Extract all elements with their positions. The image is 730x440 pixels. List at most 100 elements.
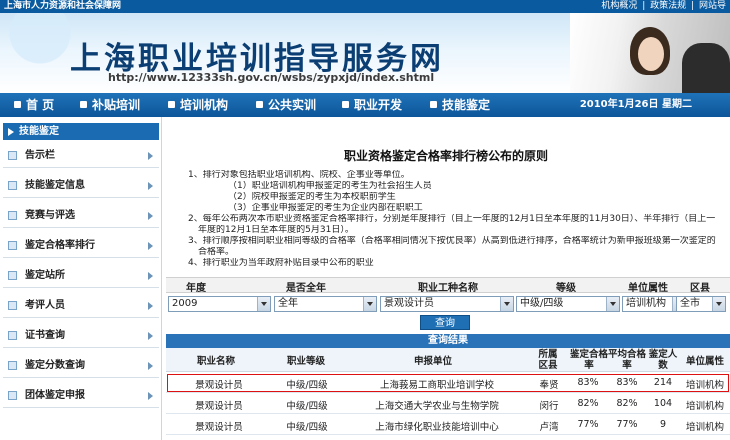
rule-line: 合格率。 <box>198 247 235 257</box>
col-avg-pass-rate: 平均合格率 <box>608 349 647 371</box>
cell-occupation: 景观设计员 <box>195 422 243 433</box>
full-year-select[interactable]: 全年 <box>274 296 377 312</box>
cell-unit-type: 培训机构 <box>685 422 724 433</box>
rule-line: 3、排行顺序按相同职业相同等级的合格率（合格率相同情况下按优良率）从高到低进行排… <box>188 236 716 246</box>
sidebar-item-label: 技能鉴定信息 <box>25 180 85 191</box>
bullet-icon <box>8 271 17 280</box>
sidebar-item-label: 鉴定分数查询 <box>25 360 85 371</box>
arrow-right-icon <box>148 362 153 370</box>
cell-unit-type: 培训机构 <box>685 401 724 412</box>
arrow-right-icon <box>148 392 153 400</box>
sidebar-item-label: 告示栏 <box>25 150 55 161</box>
cell-pass-rate: 82% <box>577 398 599 409</box>
square-bullet-icon <box>14 101 21 108</box>
rules-text: 1、排行对象包括职业培训机构、院校、企事业等单位。 （1）职业培训机构申报鉴定的… <box>188 170 718 269</box>
nav-item-public-training[interactable]: 公共实训 <box>256 93 316 117</box>
query-button[interactable]: 查询 <box>420 315 470 330</box>
cell-pass-rate: 83% <box>577 377 599 388</box>
col-unit-type: 单位属性 <box>685 356 724 367</box>
select-value: 2009 <box>172 298 198 309</box>
district-select[interactable]: 全市 <box>676 296 726 312</box>
table-row[interactable]: 景观设计员 中级/四级 上海交通大学农业与生物学院 闵行 82% 82% 104… <box>166 394 730 414</box>
cell-unit-type: 培训机构 <box>685 380 724 391</box>
site-name: 上海市人力资源和社会保障网 <box>4 1 122 11</box>
nav-item-subsidy-training[interactable]: 补贴培训 <box>80 93 140 117</box>
rule-line: 2、每年公布两次本市职业资格鉴定合格率排行，分别是年度排行（目上一年度的12月1… <box>188 214 716 224</box>
sidebar-header-label: 技能鉴定 <box>19 126 59 137</box>
arrow-right-icon <box>148 272 153 280</box>
sidebar-item-label: 考评人员 <box>25 300 65 311</box>
sidebar-item-pass-rate-ranking[interactable]: 鉴定合格率排行 <box>3 234 159 258</box>
top-link-sep: | <box>642 1 646 11</box>
rule-line: 1、排行对象包括职业培训机构、院校、企事业等单位。 <box>188 170 410 180</box>
sidebar-item-appraisal-info[interactable]: 技能鉴定信息 <box>3 174 159 198</box>
sidebar-item-score-query[interactable]: 鉴定分数查询 <box>3 354 159 378</box>
bullet-icon <box>8 361 17 370</box>
table-row[interactable]: 景观设计员 中级/四级 上海市绿化职业技能培训中心 卢湾 77% 77% 9 培… <box>166 415 730 435</box>
banner-photo <box>570 13 730 93</box>
chevron-down-icon <box>257 297 270 311</box>
sidebar-item-certificate-query[interactable]: 证书查询 <box>3 324 159 348</box>
rule-line: 4、排行职业为当年政府补贴目录中公布的职业 <box>188 258 374 268</box>
sidebar-item-stations[interactable]: 鉴定站所 <box>3 264 159 288</box>
table-row[interactable]: 景观设计员 中级/四级 上海莪易工商职业培训学校 奉贤 83% 83% 214 … <box>166 373 730 393</box>
rule-line: （2）院校申报鉴定的考生为本校职前学生 <box>228 192 396 202</box>
top-link-policy[interactable]: 政策法规 <box>650 1 686 11</box>
cell-district: 卢湾 <box>539 422 559 433</box>
top-link-nav[interactable]: 网站导 <box>699 1 726 11</box>
arrow-right-icon <box>148 302 153 310</box>
arrow-right-icon <box>148 332 153 340</box>
banner-url: http://www.12333sh.gov.cn/wsbs/zypxjd/in… <box>108 71 435 84</box>
top-link-about[interactable]: 机构概况 <box>601 1 637 11</box>
cell-unit: 上海交通大学农业与生物学院 <box>375 401 499 412</box>
cell-district: 奉贤 <box>539 380 559 391</box>
occupation-select[interactable]: 景观设计员 <box>380 296 514 312</box>
filter-label-level: 等级 <box>556 283 576 294</box>
sidebar-item-examiners[interactable]: 考评人员 <box>3 294 159 318</box>
filter-label-occupation: 职业工种名称 <box>418 283 478 294</box>
current-date: 2010年1月26日 星期二 <box>579 99 692 110</box>
arrow-right-icon <box>8 128 14 136</box>
nav-item-career-dev[interactable]: 职业开发 <box>342 93 402 117</box>
cell-district: 闵行 <box>539 401 559 412</box>
rule-line: （1）职业培训机构申报鉴定的考生为社会招生人员 <box>228 181 432 191</box>
sidebar-item-group-application[interactable]: 团体鉴定申报 <box>3 384 159 408</box>
cell-unit: 上海莪易工商职业培训学校 <box>379 380 494 391</box>
nav-item-home[interactable]: 首 页 <box>14 93 54 117</box>
chevron-down-icon <box>363 297 376 311</box>
sidebar-item-notice[interactable]: 告示栏 <box>3 144 159 168</box>
bullet-icon <box>8 151 17 160</box>
sidebar-item-label: 鉴定合格率排行 <box>25 240 95 251</box>
level-select[interactable]: 中级/四级 <box>516 296 620 312</box>
square-bullet-icon <box>342 101 349 108</box>
select-value: 全年 <box>278 298 298 309</box>
select-value: 中级/四级 <box>520 298 564 309</box>
arrow-right-icon <box>148 182 153 190</box>
cell-level: 中级/四级 <box>286 380 328 391</box>
bullet-icon <box>8 391 17 400</box>
nav-item-skill-appraisal[interactable]: 技能鉴定 <box>430 93 490 117</box>
sidebar-item-label: 竞赛与评选 <box>25 210 75 221</box>
cell-level: 中级/四级 <box>286 401 328 412</box>
person-shape <box>682 43 730 93</box>
select-value: 景观设计员 <box>384 298 434 309</box>
nav-item-training-orgs[interactable]: 培训机构 <box>168 93 228 117</box>
rule-line: （3）企事业申报鉴定的考生为企业内部在职职工 <box>228 203 423 213</box>
cell-level: 中级/四级 <box>286 422 328 433</box>
chevron-down-icon <box>500 297 513 311</box>
year-select[interactable]: 2009 <box>168 296 271 312</box>
rule-line: 年度的12月1日至本年度的5月31日）。 <box>198 225 354 235</box>
filter-label-full-year: 是否全年 <box>286 283 326 294</box>
sidebar: 技能鉴定 告示栏 技能鉴定信息 竞赛与评选 鉴定合格率排行 鉴定站所 考评人员 … <box>0 117 162 440</box>
top-strip: 上海市人力资源和社会保障网 机构概况 | 政策法规 | 网站导 <box>0 0 730 13</box>
sidebar-item-label: 团体鉴定申报 <box>25 390 85 401</box>
results-table-header: 职业名称 职业等级 申报单位 所属区县 鉴定合格率 平均合格率 鉴定人数 单位属… <box>166 348 730 372</box>
top-link-sep: | <box>691 1 695 11</box>
cell-unit: 上海市绿化职业技能培训中心 <box>375 422 499 433</box>
nav-label: 公共实训 <box>268 98 317 112</box>
cell-avg-pass-rate: 83% <box>616 377 638 388</box>
cell-avg-pass-rate: 82% <box>616 398 638 409</box>
sidebar-item-competition[interactable]: 竞赛与评选 <box>3 204 159 228</box>
square-bullet-icon <box>80 101 87 108</box>
col-pass-rate: 鉴定合格率 <box>570 349 609 371</box>
